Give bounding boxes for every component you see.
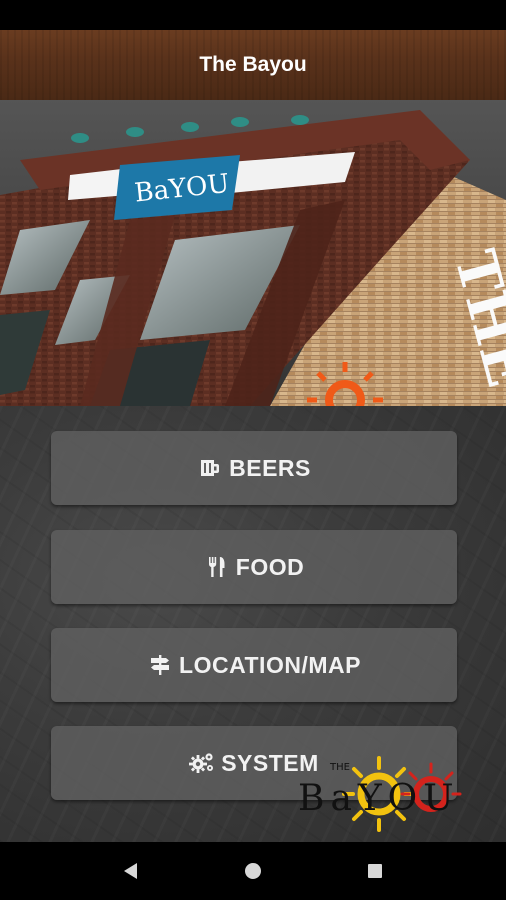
- signpost-icon: [147, 652, 173, 678]
- logo-text: BaYOU: [298, 778, 460, 819]
- logo-small-text: THE: [329, 762, 350, 773]
- location-map-label: LOCATION/MAP: [179, 651, 361, 678]
- hero-image: BaYOU THE BaY: [0, 100, 506, 406]
- menu-area: BEERS FOOD LOCATION/MAP SYSTEM THE BaYOU: [0, 406, 506, 842]
- bayou-building-photo: BaYOU THE BaY: [0, 100, 506, 406]
- recents-button[interactable]: [355, 851, 395, 891]
- status-bar: [0, 0, 506, 30]
- beers-label: BEERS: [229, 454, 311, 481]
- home-icon: [245, 863, 261, 879]
- app-bar: The Bayou: [0, 30, 506, 100]
- gears-icon: [189, 750, 215, 776]
- system-nav-bar: [0, 842, 506, 900]
- home-button[interactable]: [233, 851, 273, 891]
- fork-knife-icon: [204, 554, 230, 580]
- back-icon: [124, 863, 137, 879]
- location-map-button[interactable]: LOCATION/MAP: [51, 628, 457, 702]
- recents-icon: [368, 864, 382, 878]
- back-button[interactable]: [111, 851, 151, 891]
- food-label: FOOD: [235, 553, 305, 580]
- bayou-logo: THE BaYOU: [296, 748, 496, 838]
- beers-button[interactable]: BEERS: [51, 431, 457, 505]
- food-button[interactable]: FOOD: [51, 530, 457, 604]
- app-title: The Bayou: [199, 53, 307, 76]
- beer-mug-icon: [197, 455, 223, 481]
